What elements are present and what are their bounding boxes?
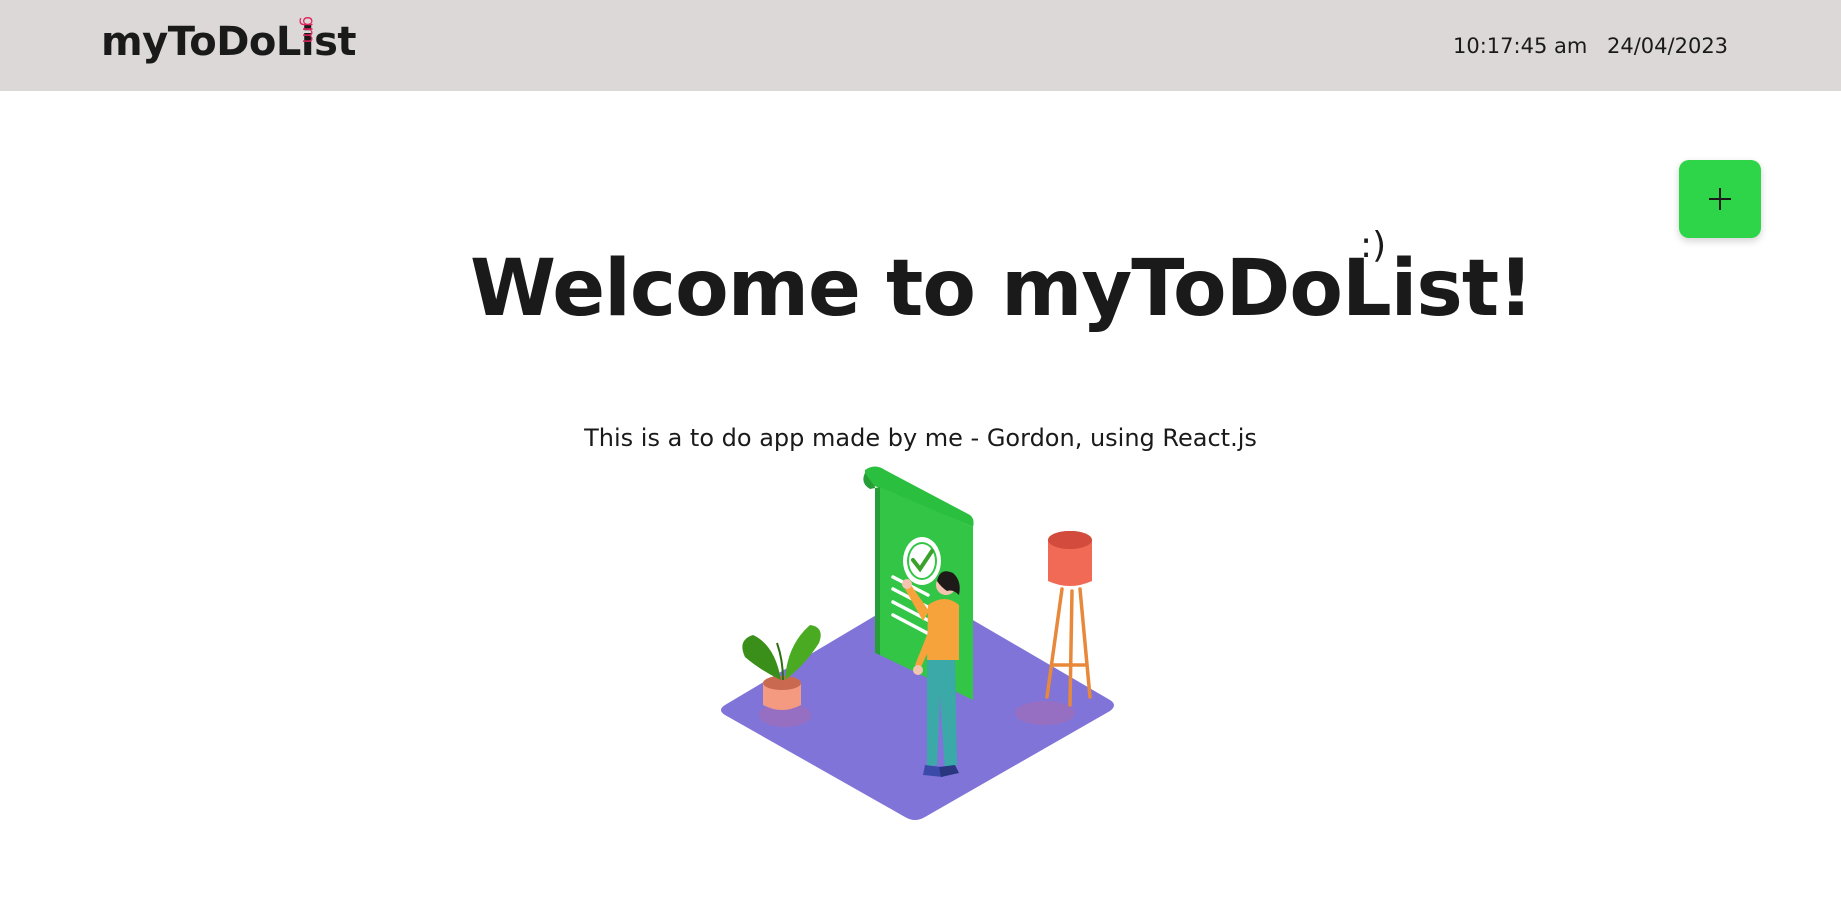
smiley-text: :): [1360, 225, 1387, 266]
add-todo-button[interactable]: [1679, 160, 1761, 238]
todo-illustration: [721, 466, 1114, 820]
clock-date: 24/04/2023: [1607, 34, 1729, 58]
clock-time: 10:17:45 am: [1453, 34, 1588, 58]
top-navbar: myToDoList gm 10:17:45 am 24/04/2023: [0, 0, 1841, 91]
plus-icon: [1709, 188, 1731, 210]
welcome-subtitle: This is a to do app made by me - Gordon,…: [584, 424, 1257, 452]
logo-superscript: gm: [298, 16, 318, 44]
